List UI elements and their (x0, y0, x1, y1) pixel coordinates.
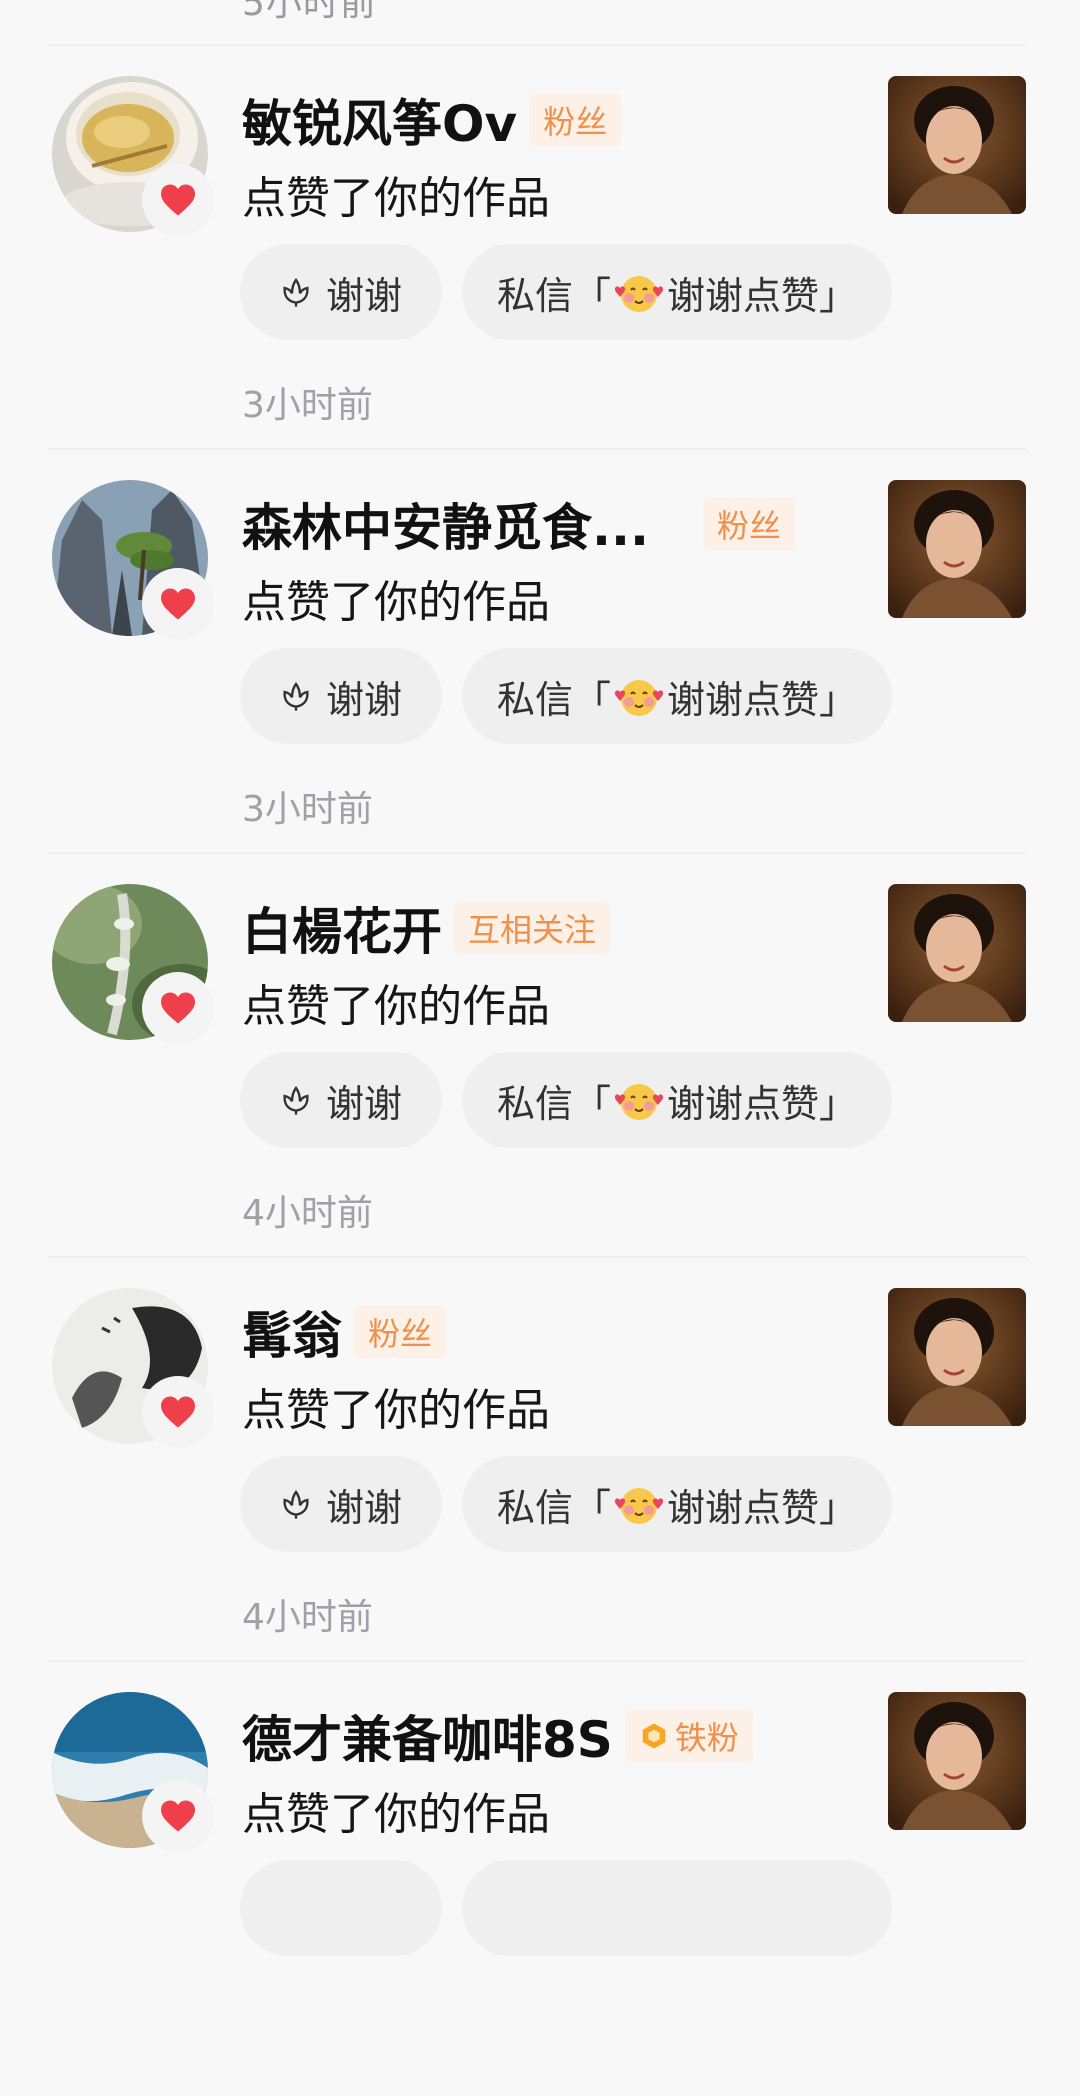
action-text: 点赞了你的作品 (242, 981, 550, 1032)
dm-suffix: 谢谢点赞」 (667, 1485, 858, 1530)
thanks-button[interactable] (240, 1860, 442, 1956)
divider (48, 44, 1026, 46)
dm-prefix: 私信「 (496, 1485, 611, 1530)
dm-thanks-button[interactable]: 私信「 谢谢点赞」 (462, 1052, 892, 1148)
blushing-face-icon (613, 1482, 665, 1526)
notification-item[interactable]: 白楊花开 互相关注 点赞了你的作品 谢谢 私信「 谢谢点赞」 4小时前 (0, 884, 1080, 1288)
dm-suffix: 谢谢点赞」 (667, 273, 858, 318)
thanks-button[interactable]: 谢谢 (240, 1052, 442, 1148)
divider (48, 448, 1026, 450)
previous-item-time: 5小时前 (242, 0, 377, 24)
heart-icon (142, 1780, 214, 1852)
user-name[interactable]: 德才兼备咖啡8S (242, 1700, 613, 1772)
timestamp: 3小时前 (242, 789, 373, 830)
dm-thanks-button[interactable]: 私信「 谢谢点赞」 (462, 244, 892, 340)
notification-item[interactable]: 森林中安静觅食... 粉丝 点赞了你的作品 谢谢 私信「 谢谢点赞」 3小时前 (0, 480, 1080, 884)
blushing-face-icon (613, 1078, 665, 1122)
thanks-button[interactable]: 谢谢 (240, 1456, 442, 1552)
thanks-button[interactable]: 谢谢 (240, 648, 442, 744)
dm-prefix: 私信「 (496, 1081, 611, 1126)
heart-icon (142, 568, 214, 640)
dm-suffix: 谢谢点赞」 (667, 1081, 858, 1126)
relation-tag: 粉丝 (702, 498, 795, 550)
divider (48, 1256, 1026, 1258)
dm-suffix: 谢谢点赞」 (667, 677, 858, 722)
work-thumbnail[interactable] (888, 480, 1026, 618)
fan-badge-icon (639, 1721, 669, 1751)
notification-item[interactable]: 德才兼备咖啡8S 铁粉 点赞了你的作品 (0, 1692, 1080, 2096)
dm-prefix: 私信「 (496, 677, 611, 722)
action-text: 点赞了你的作品 (242, 1789, 550, 1840)
timestamp: 4小时前 (242, 1193, 373, 1234)
notification-item[interactable]: 髯翁 粉丝 点赞了你的作品 谢谢 私信「 谢谢点赞」 4小时前 (0, 1288, 1080, 1692)
work-thumbnail[interactable] (888, 1692, 1026, 1830)
flower-icon (280, 680, 312, 712)
action-text: 点赞了你的作品 (242, 173, 550, 224)
action-text: 点赞了你的作品 (242, 577, 550, 628)
heart-icon (142, 972, 214, 1044)
notification-item[interactable]: 敏锐风筝Ov 粉丝 点赞了你的作品 谢谢 私信「 谢谢点赞」 3小时前 (0, 76, 1080, 480)
thanks-label: 谢谢 (325, 1081, 402, 1126)
blushing-face-icon (613, 674, 665, 718)
dm-thanks-button[interactable]: 私信「 谢谢点赞」 (462, 1456, 892, 1552)
dm-prefix: 私信「 (496, 273, 611, 318)
divider (48, 1660, 1026, 1662)
timestamp: 3小时前 (242, 385, 373, 426)
work-thumbnail[interactable] (888, 1288, 1026, 1426)
thanks-label: 谢谢 (325, 677, 402, 722)
heart-icon (142, 164, 214, 236)
work-thumbnail[interactable] (888, 884, 1026, 1022)
user-name[interactable]: 森林中安静觅食... (242, 488, 649, 560)
divider (48, 852, 1026, 854)
user-name[interactable]: 白楊花开 (242, 892, 442, 964)
user-name[interactable]: 髯翁 (242, 1296, 342, 1368)
dm-thanks-button[interactable] (462, 1860, 892, 1956)
blushing-face-icon (613, 270, 665, 314)
notification-list: 5小时前 敏锐风筝Ov 粉丝 点赞了你的作品 谢谢 私信「 谢谢点赞」 3小时前… (0, 0, 1080, 1956)
dm-thanks-button[interactable]: 私信「 谢谢点赞」 (462, 648, 892, 744)
work-thumbnail[interactable] (888, 76, 1026, 214)
flower-icon (280, 1084, 312, 1116)
relation-tag: 铁粉 (624, 1710, 753, 1762)
heart-icon (142, 1376, 214, 1448)
timestamp: 4小时前 (242, 1597, 373, 1638)
relation-tag: 互相关注 (454, 902, 611, 954)
user-name[interactable]: 敏锐风筝Ov (242, 84, 517, 156)
relation-tag: 粉丝 (354, 1306, 447, 1358)
thanks-button[interactable]: 谢谢 (240, 244, 442, 340)
thanks-label: 谢谢 (325, 1485, 402, 1530)
action-text: 点赞了你的作品 (242, 1385, 550, 1436)
relation-tag: 粉丝 (529, 94, 622, 146)
flower-icon (280, 276, 312, 308)
flower-icon (280, 1488, 312, 1520)
thanks-label: 谢谢 (325, 273, 402, 318)
